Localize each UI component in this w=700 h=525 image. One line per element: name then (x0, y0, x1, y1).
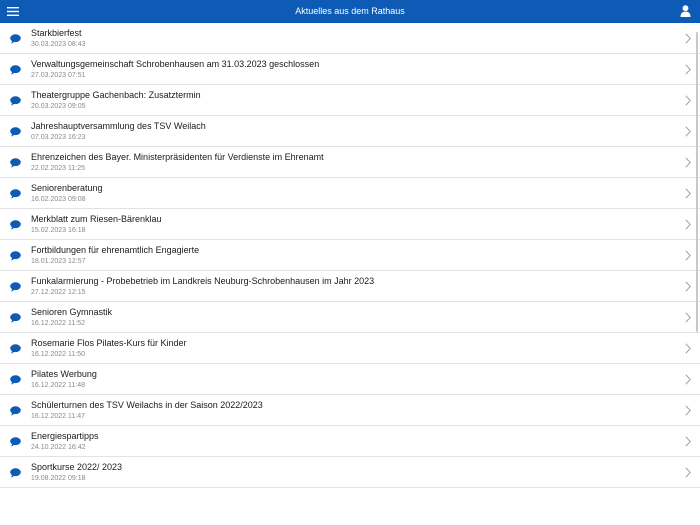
chevron-right-icon (685, 343, 691, 354)
chevron-right-icon (685, 405, 691, 416)
list-item-date: 20.03.2023 09:05 (31, 103, 86, 110)
list-item-title: Seniorenberatung (31, 183, 103, 193)
list-item-title: Theatergruppe Gachenbach: Zusatztermin (31, 90, 201, 100)
list-item[interactable]: Merkblatt zum Riesen-Bärenklau 15.02.2023… (0, 209, 700, 240)
list-item-title: Fortbildungen für ehrenamtlich Engagiert… (31, 245, 200, 255)
list-item[interactable]: Senioren Gymnastik 16.12.2022 11:52 (0, 302, 700, 333)
list-item[interactable]: Seniorenberatung 16.02.2023 09:08 (0, 178, 700, 209)
speech-bubble-icon (10, 65, 21, 75)
list-item-title: Ehrenzeichen des Bayer. Ministerpräsiden… (31, 152, 324, 162)
chevron-right-icon (685, 33, 691, 44)
chevron-right-icon (685, 219, 691, 230)
list-item[interactable]: Theatergruppe Gachenbach: Zusatztermin 20… (0, 85, 700, 116)
speech-bubble-icon (10, 220, 21, 230)
list-item-date: 16.12.2022 11:52 (31, 320, 85, 327)
list-item-date: 07.03.2023 16:23 (31, 134, 86, 141)
list-item-title: Schülerturnen des TSV Weilachs in der Sa… (31, 400, 263, 410)
chevron-right-icon (685, 64, 691, 75)
speech-bubble-icon (10, 158, 21, 168)
list-item-date: 19.08.2022 09:18 (31, 475, 86, 482)
list-item-title: Rosemarie Flos Pilates-Kurs für Kinder (31, 338, 187, 348)
speech-bubble-icon (10, 313, 21, 323)
speech-bubble-icon (10, 251, 21, 261)
list-item-title: Energiespartipps (31, 431, 99, 441)
chevron-right-icon (685, 467, 691, 478)
list-item-date: 16.12.2022 11:48 (31, 382, 85, 389)
chevron-right-icon (685, 250, 691, 261)
list-item-title: Merkblatt zum Riesen-Bärenklau (31, 214, 162, 224)
speech-bubble-icon (10, 189, 21, 199)
list-item-date: 27.03.2023 07:51 (31, 72, 86, 79)
list-item[interactable]: Schülerturnen des TSV Weilachs in der Sa… (0, 395, 700, 426)
list-item-title: Sportkurse 2022/ 2023 (31, 462, 123, 472)
list-item-date: 15.02.2023 16:18 (31, 227, 86, 234)
app-header: Aktuelles aus dem Rathaus (0, 0, 700, 23)
list-item[interactable]: Sportkurse 2022/ 2023 19.08.2022 09:18 (0, 457, 700, 488)
speech-bubble-icon (10, 34, 21, 44)
list-item[interactable]: Starkbierfest 30.03.2023 08:43 (0, 23, 700, 54)
list-item-title: Starkbierfest (31, 28, 82, 38)
list-item-date: 18.01.2023 12:57 (31, 258, 86, 265)
scrollbar[interactable] (696, 32, 698, 332)
speech-bubble-icon (10, 437, 21, 447)
list-item[interactable]: Ehrenzeichen des Bayer. Ministerpräsiden… (0, 147, 700, 178)
speech-bubble-icon (10, 468, 21, 478)
list-item-title: Senioren Gymnastik (31, 307, 113, 317)
user-icon[interactable] (680, 5, 691, 17)
chevron-right-icon (685, 188, 691, 199)
list-item-date: 16.02.2023 09:08 (31, 196, 86, 203)
chevron-right-icon (685, 312, 691, 323)
speech-bubble-icon (10, 282, 21, 292)
chevron-right-icon (685, 126, 691, 137)
list-item-title: Pilates Werbung (31, 369, 97, 379)
news-list: Starkbierfest 30.03.2023 08:43 Verwaltungs… (0, 23, 700, 488)
chevron-right-icon (685, 436, 691, 447)
list-item-date: 22.02.2023 11:25 (31, 165, 85, 172)
list-item-date: 27.12.2022 12:15 (31, 289, 86, 296)
list-item-title: Jahreshauptversammlung des TSV Weilach (31, 121, 206, 131)
speech-bubble-icon (10, 96, 21, 106)
speech-bubble-icon (10, 127, 21, 137)
list-item[interactable]: Energiespartipps 24.10.2022 16:42 (0, 426, 700, 457)
list-item[interactable]: Funkalarmierung - Probebetrieb im Landkr… (0, 271, 700, 302)
list-item[interactable]: Fortbildungen für ehrenamtlich Engagiert… (0, 240, 700, 271)
list-item-title: Verwaltungsgemeinschaft Schrobenhausen a… (31, 59, 320, 69)
speech-bubble-icon (10, 375, 21, 385)
list-item-date: 16.12.2022 11:50 (31, 351, 85, 358)
list-item[interactable]: Pilates Werbung 16.12.2022 11:48 (0, 364, 700, 395)
list-item-title: Funkalarmierung - Probebetrieb im Landkr… (31, 276, 375, 286)
chevron-right-icon (685, 281, 691, 292)
list-item-date: 16.12.2022 11:47 (31, 413, 85, 420)
list-item-date: 30.03.2023 08:43 (31, 41, 86, 48)
page-title: Aktuelles aus dem Rathaus (295, 6, 405, 16)
list-item[interactable]: Verwaltungsgemeinschaft Schrobenhausen a… (0, 54, 700, 85)
list-item-date: 24.10.2022 16:42 (31, 444, 86, 451)
speech-bubble-icon (10, 406, 21, 416)
speech-bubble-icon (10, 344, 21, 354)
list-item[interactable]: Jahreshauptversammlung des TSV Weilach 07… (0, 116, 700, 147)
chevron-right-icon (685, 374, 691, 385)
list-item[interactable]: Rosemarie Flos Pilates-Kurs für Kinder 16… (0, 333, 700, 364)
chevron-right-icon (685, 157, 691, 168)
chevron-right-icon (685, 95, 691, 106)
